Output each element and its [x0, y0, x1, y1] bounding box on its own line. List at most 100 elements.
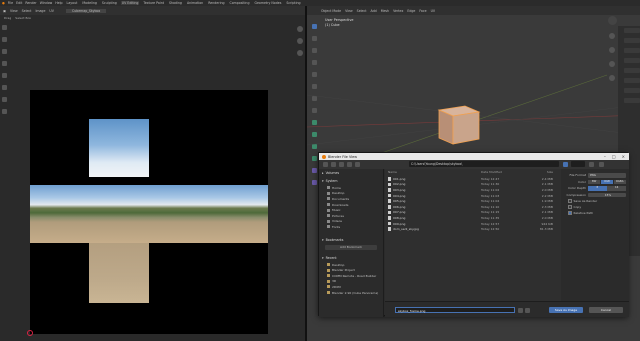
tab-animation[interactable]: Animation — [186, 1, 204, 5]
color-depth-label: Color Depth — [568, 186, 586, 191]
vp-menu-vertex[interactable]: Vertex — [393, 9, 403, 13]
checkbox-box — [568, 205, 572, 209]
tab-modeling[interactable]: Modeling — [81, 1, 98, 5]
transform-tool-icon[interactable] — [1, 85, 7, 90]
section-volumes[interactable]: ▸ Volumes — [319, 169, 383, 177]
compression-slider[interactable]: 15% — [588, 192, 626, 197]
pan-icon[interactable] — [297, 38, 303, 44]
search-input[interactable] — [571, 161, 585, 167]
properties-tab[interactable] — [624, 28, 640, 33]
add-bookmark-button[interactable]: Add Bookmark — [325, 244, 377, 250]
menu-edit[interactable]: Edit — [16, 1, 22, 5]
column-date[interactable]: Date Modified — [481, 170, 521, 174]
uv-menu-image[interactable]: Image — [35, 9, 45, 13]
refresh-icon[interactable] — [347, 162, 352, 167]
properties-tab[interactable] — [624, 58, 640, 63]
settings-icon[interactable] — [599, 162, 604, 167]
section-bookmarks[interactable]: ▾ Bookmarks — [319, 236, 383, 244]
depth-16-button[interactable]: 16 — [607, 186, 626, 191]
tab-texture-paint[interactable]: Texture Paint — [142, 1, 165, 5]
file-format-dropdown[interactable]: PNG — [588, 173, 626, 178]
path-field[interactable]: C:\Users\Young\Desktop\skybox\ — [409, 161, 559, 167]
decrement-icon[interactable] — [518, 307, 523, 313]
vp-menu-select[interactable]: Select — [357, 9, 367, 13]
increment-icon[interactable] — [525, 307, 530, 313]
checkbox-box — [568, 199, 572, 203]
save-button[interactable]: Save As Image — [549, 307, 583, 313]
tab-uv-editing[interactable]: UV Editing — [120, 1, 140, 5]
relative-path-checkbox[interactable]: Relative Path — [564, 210, 626, 216]
rotate-tool-icon[interactable] — [1, 61, 7, 66]
vp-menu-view[interactable]: View — [345, 9, 353, 13]
tab-compositing[interactable]: Compositing — [229, 1, 251, 5]
select-box-dropdown[interactable]: Select Box — [15, 16, 31, 20]
depth-8-button[interactable]: 8 — [588, 186, 607, 191]
vp-menu-add[interactable]: Add — [371, 9, 377, 13]
grab-tool-icon[interactable] — [1, 109, 7, 114]
properties-tab[interactable] — [624, 98, 640, 103]
uv-menu-uv[interactable]: UV — [49, 9, 54, 13]
cubemap-image-canvas[interactable] — [30, 90, 268, 334]
tab-geometry-nodes[interactable]: Geometry Nodes — [253, 1, 282, 5]
tab-layout[interactable]: Layout — [66, 1, 79, 5]
cancel-button[interactable]: Cancel — [589, 307, 623, 313]
section-system[interactable]: ▾ System — [319, 177, 383, 185]
2d-cursor-icon[interactable] — [27, 330, 33, 336]
vp-menu-edge[interactable]: Edge — [407, 9, 415, 13]
display-mode-icon[interactable] — [563, 162, 568, 167]
scale-tool-icon[interactable] — [1, 73, 7, 78]
new-folder-icon[interactable] — [355, 162, 360, 167]
maximize-icon[interactable]: □ — [612, 154, 616, 159]
vp-menu-uv[interactable]: UV — [431, 9, 436, 13]
menu-help[interactable]: Help — [55, 1, 62, 5]
tab-scripting[interactable]: Scripting — [285, 1, 301, 5]
mode-dropdown[interactable]: Object Mode — [321, 9, 341, 13]
menu-render[interactable]: Render — [25, 1, 36, 5]
menu-window[interactable]: Window — [40, 1, 53, 5]
dialog-title: Blender File View — [328, 154, 358, 159]
back-icon[interactable] — [323, 162, 328, 167]
forward-icon[interactable] — [331, 162, 336, 167]
annotate-tool-icon[interactable] — [1, 97, 7, 102]
color-rgba-button[interactable]: RGBA — [613, 179, 626, 184]
minimize-icon[interactable]: – — [604, 154, 606, 159]
properties-tab[interactable] — [624, 68, 640, 73]
selected-cube[interactable] — [435, 102, 483, 146]
properties-tab[interactable] — [624, 38, 640, 43]
parent-dir-icon[interactable] — [339, 162, 344, 167]
uv-menu-select[interactable]: Select — [22, 9, 32, 13]
sidebar-item-fonts[interactable]: Fonts — [319, 224, 383, 230]
cursor-tool-icon[interactable] — [1, 37, 7, 42]
column-size[interactable]: Size — [521, 170, 557, 174]
color-bw-button[interactable]: BW — [588, 179, 601, 184]
image-file-icon — [388, 221, 391, 226]
camera-icon[interactable] — [297, 50, 303, 56]
vp-menu-mesh[interactable]: Mesh — [381, 9, 389, 13]
tab-sculpting[interactable]: Sculpting — [101, 1, 118, 5]
close-icon[interactable]: × — [622, 154, 625, 159]
section-recent[interactable]: ▾ Recent — [319, 254, 383, 262]
tab-rendering[interactable]: Rendering — [207, 1, 225, 5]
filter-icon[interactable] — [589, 162, 594, 167]
editor-type-icon[interactable]: ▣ — [3, 9, 6, 13]
properties-tab[interactable] — [624, 78, 640, 83]
menu-file[interactable]: File — [8, 1, 13, 5]
tab-shading[interactable]: Shading — [168, 1, 183, 5]
column-name[interactable]: Name — [385, 170, 481, 174]
zoom-icon[interactable] — [297, 26, 303, 32]
vp-menu-face[interactable]: Face — [419, 9, 426, 13]
blender-logo-icon[interactable]: ● — [2, 1, 5, 5]
uv-menu-view[interactable]: View — [10, 9, 18, 13]
properties-tab[interactable] — [624, 88, 640, 93]
table-row[interactable]: dom_sedi_sky.jpg Today 12:50 81.3 MiB — [385, 226, 561, 232]
drag-label[interactable]: Drag — [4, 16, 11, 20]
move-tool-icon[interactable] — [1, 49, 7, 54]
poly-build-tool-icon[interactable] — [311, 180, 317, 185]
knife-tool-icon[interactable] — [311, 168, 317, 173]
properties-tab[interactable] — [624, 48, 640, 53]
filename-input[interactable]: skybox_frame.png — [395, 307, 515, 313]
select-tool-icon[interactable] — [1, 25, 7, 30]
color-rgb-button[interactable]: RGB — [600, 179, 614, 184]
image-name-field[interactable]: Cubemap_Skybox — [65, 8, 107, 13]
recent-item[interactable]: Blender 2.90 (Cube Panorama) — [319, 290, 383, 296]
